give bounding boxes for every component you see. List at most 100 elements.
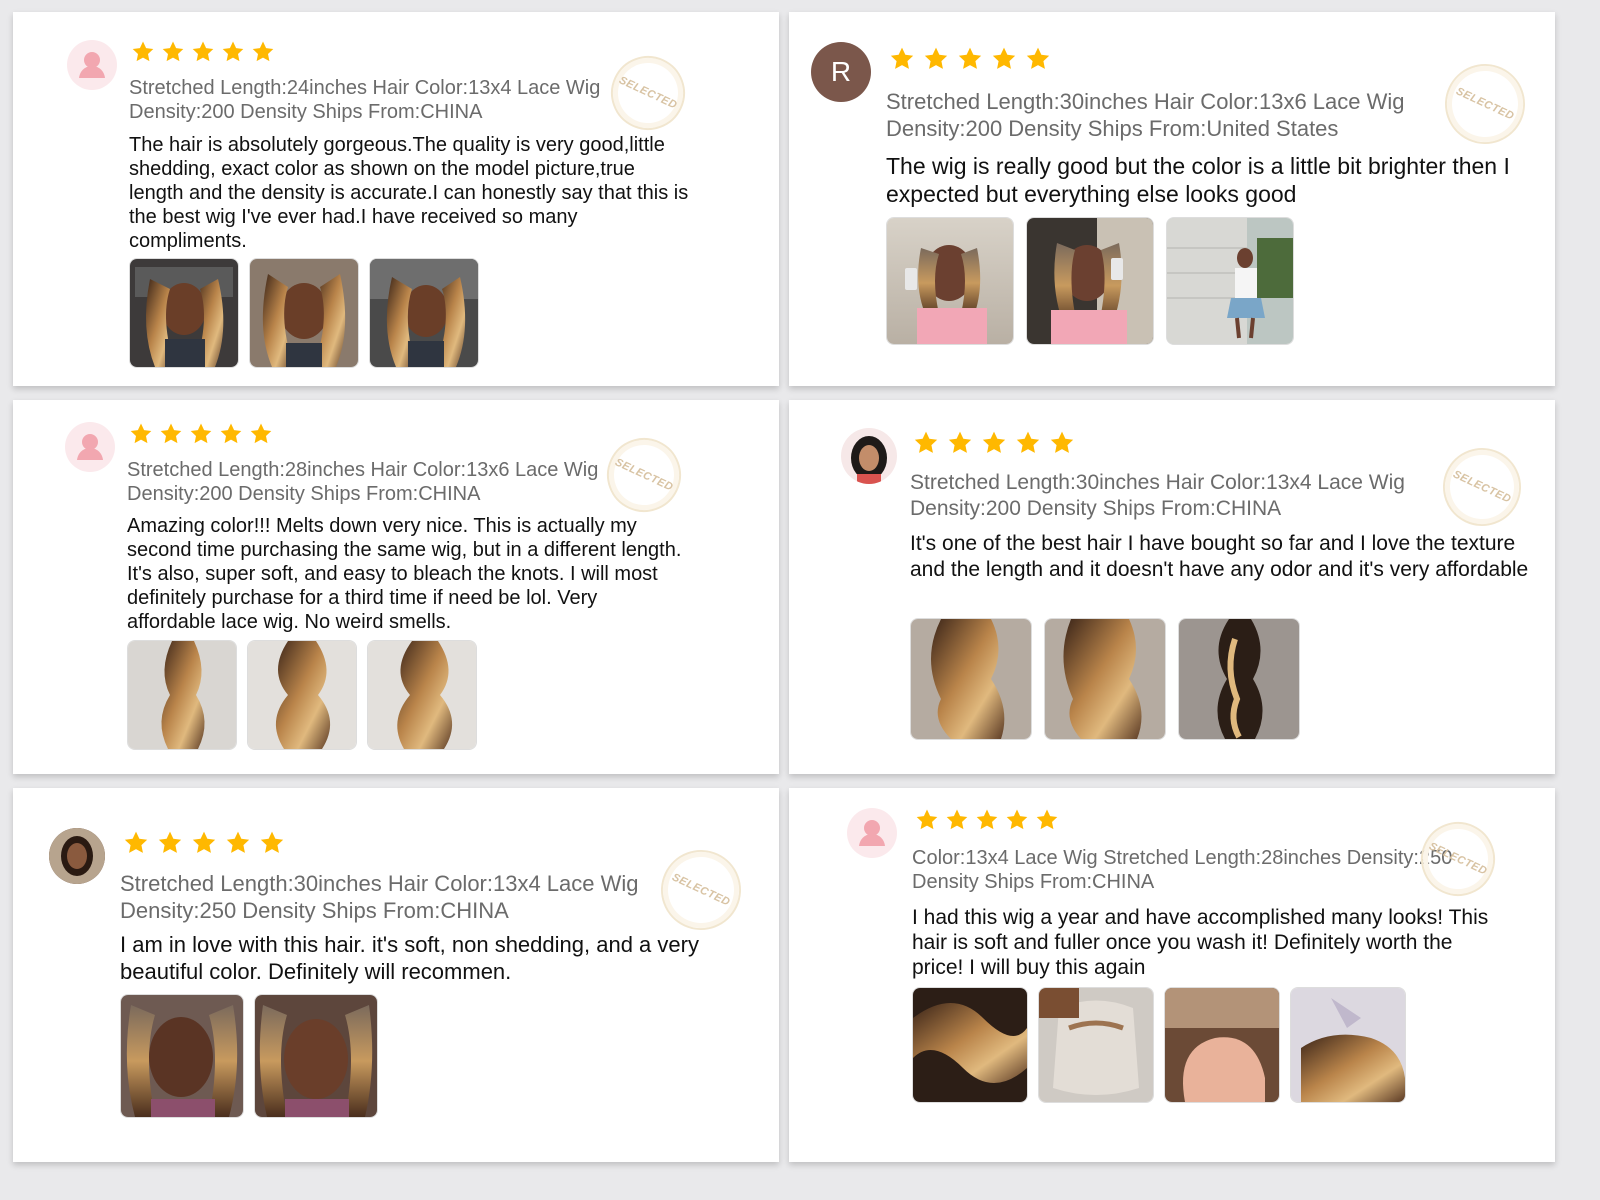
review-photo[interactable] xyxy=(1026,217,1154,345)
selected-stamp: SELECTED xyxy=(1430,435,1534,539)
profile-photo xyxy=(851,436,887,484)
variant-info: Stretched Length:24inches Hair Color:13x… xyxy=(129,76,649,124)
review-text: I am in love with this hair. it's soft, … xyxy=(120,932,699,984)
avatar-letter: R xyxy=(830,56,852,87)
variant-line: Density:200 Density Ships From:CHINA xyxy=(910,497,1282,520)
star-icon xyxy=(1035,808,1059,832)
star-icon xyxy=(923,46,949,72)
variant-line: Density:250 Density Ships From:CHINA xyxy=(120,898,509,923)
review-photo[interactable] xyxy=(1166,217,1294,345)
review-photo[interactable] xyxy=(249,258,359,368)
star-icon xyxy=(191,40,215,64)
review-card: Color:13x4 Lace Wig Stretched Length:28i… xyxy=(789,788,1555,1162)
review-photos xyxy=(127,640,477,750)
person-icon xyxy=(67,40,117,90)
review-photo[interactable] xyxy=(886,217,1014,345)
review-text: I had this wig a year and have accomplis… xyxy=(912,906,1489,979)
review-photos xyxy=(886,217,1294,345)
review-photo[interactable] xyxy=(369,258,479,368)
star-icon xyxy=(157,830,183,856)
avatar xyxy=(847,808,897,858)
review-photo[interactable] xyxy=(1038,987,1154,1103)
star-icon xyxy=(219,422,243,446)
review-photos xyxy=(910,618,1300,740)
star-icon xyxy=(1025,46,1051,72)
review-photo[interactable] xyxy=(910,618,1032,740)
selected-stamp: SELECTED xyxy=(598,43,698,143)
variant-line: Stretched Length:24inches Hair Color:13x… xyxy=(129,77,601,99)
review-photo[interactable] xyxy=(367,640,477,750)
star-icon xyxy=(889,46,915,72)
review-photos xyxy=(120,994,378,1118)
star-icon xyxy=(991,46,1017,72)
avatar xyxy=(65,422,115,472)
review-photo[interactable] xyxy=(1178,618,1300,740)
review-card: Stretched Length:28inches Hair Color:13x… xyxy=(13,400,779,774)
review-card: Stretched Length:30inches Hair Color:13x… xyxy=(13,788,779,1162)
variant-line: Density:200 Density Ships From:CHINA xyxy=(127,483,481,505)
star-icon xyxy=(251,40,275,64)
avatar: R xyxy=(811,42,871,102)
review-card: R Stretched Length:30inches Hair Color:1… xyxy=(789,12,1555,386)
review-text: Amazing color!!! Melts down very nice. T… xyxy=(127,515,682,633)
person-icon xyxy=(847,808,897,858)
profile-photo xyxy=(49,828,105,884)
variant-line: Stretched Length:28inches Hair Color:13x… xyxy=(127,459,599,481)
star-icon xyxy=(913,430,939,456)
star-rating xyxy=(913,430,1075,456)
selected-stamp: SELECTED xyxy=(647,836,755,944)
variant-info: Stretched Length:30inches Hair Color:13x… xyxy=(910,470,1470,522)
review-card: Stretched Length:30inches Hair Color:13x… xyxy=(789,400,1555,774)
variant-line: Stretched Length:30inches Hair Color:13x… xyxy=(886,89,1405,114)
review-photo[interactable] xyxy=(912,987,1028,1103)
review-photo[interactable] xyxy=(120,994,244,1118)
review-photo[interactable] xyxy=(1044,618,1166,740)
review-photo[interactable] xyxy=(254,994,378,1118)
star-rating xyxy=(129,422,273,446)
review-card: Stretched Length:24inches Hair Color:13x… xyxy=(13,12,779,386)
variant-line: Stretched Length:30inches Hair Color:13x… xyxy=(910,471,1405,494)
star-icon xyxy=(123,830,149,856)
review-photo[interactable] xyxy=(1164,987,1280,1103)
variant-line: Color:13x4 Lace Wig Stretched Length:28i… xyxy=(912,847,1453,869)
star-icon xyxy=(947,430,973,456)
star-icon xyxy=(1049,430,1075,456)
star-icon xyxy=(957,46,983,72)
star-rating xyxy=(915,808,1059,832)
review-photo[interactable] xyxy=(247,640,357,750)
star-icon xyxy=(161,40,185,64)
star-icon xyxy=(975,808,999,832)
avatar xyxy=(67,40,117,90)
review-text: It's one of the best hair I have bought … xyxy=(910,532,1529,581)
person-icon xyxy=(65,422,115,472)
variant-line: Density Ships From:CHINA xyxy=(912,871,1155,893)
star-rating xyxy=(123,830,285,856)
star-icon xyxy=(1015,430,1041,456)
star-icon xyxy=(189,422,213,446)
variant-info: Stretched Length:28inches Hair Color:13x… xyxy=(127,458,647,506)
star-rating xyxy=(889,46,1051,72)
variant-line: Stretched Length:30inches Hair Color:13x… xyxy=(120,871,639,896)
star-icon xyxy=(191,830,217,856)
star-icon xyxy=(915,808,939,832)
review-photo[interactable] xyxy=(1290,987,1406,1103)
variant-line: Density:200 Density Ships From:United St… xyxy=(886,116,1339,141)
star-icon xyxy=(249,422,273,446)
variant-info: Stretched Length:30inches Hair Color:13x… xyxy=(120,870,680,924)
avatar xyxy=(49,828,105,884)
star-rating xyxy=(131,40,275,64)
variant-line: Density:200 Density Ships From:CHINA xyxy=(129,101,483,123)
review-photos xyxy=(912,987,1406,1103)
star-icon xyxy=(131,40,155,64)
star-icon xyxy=(221,40,245,64)
star-icon xyxy=(159,422,183,446)
review-photo[interactable] xyxy=(129,258,239,368)
star-icon xyxy=(981,430,1007,456)
review-photo[interactable] xyxy=(127,640,237,750)
star-icon xyxy=(225,830,251,856)
star-icon xyxy=(129,422,153,446)
star-icon xyxy=(945,808,969,832)
star-icon xyxy=(259,830,285,856)
star-icon xyxy=(1005,808,1029,832)
selected-stamp: SELECTED xyxy=(594,425,694,525)
